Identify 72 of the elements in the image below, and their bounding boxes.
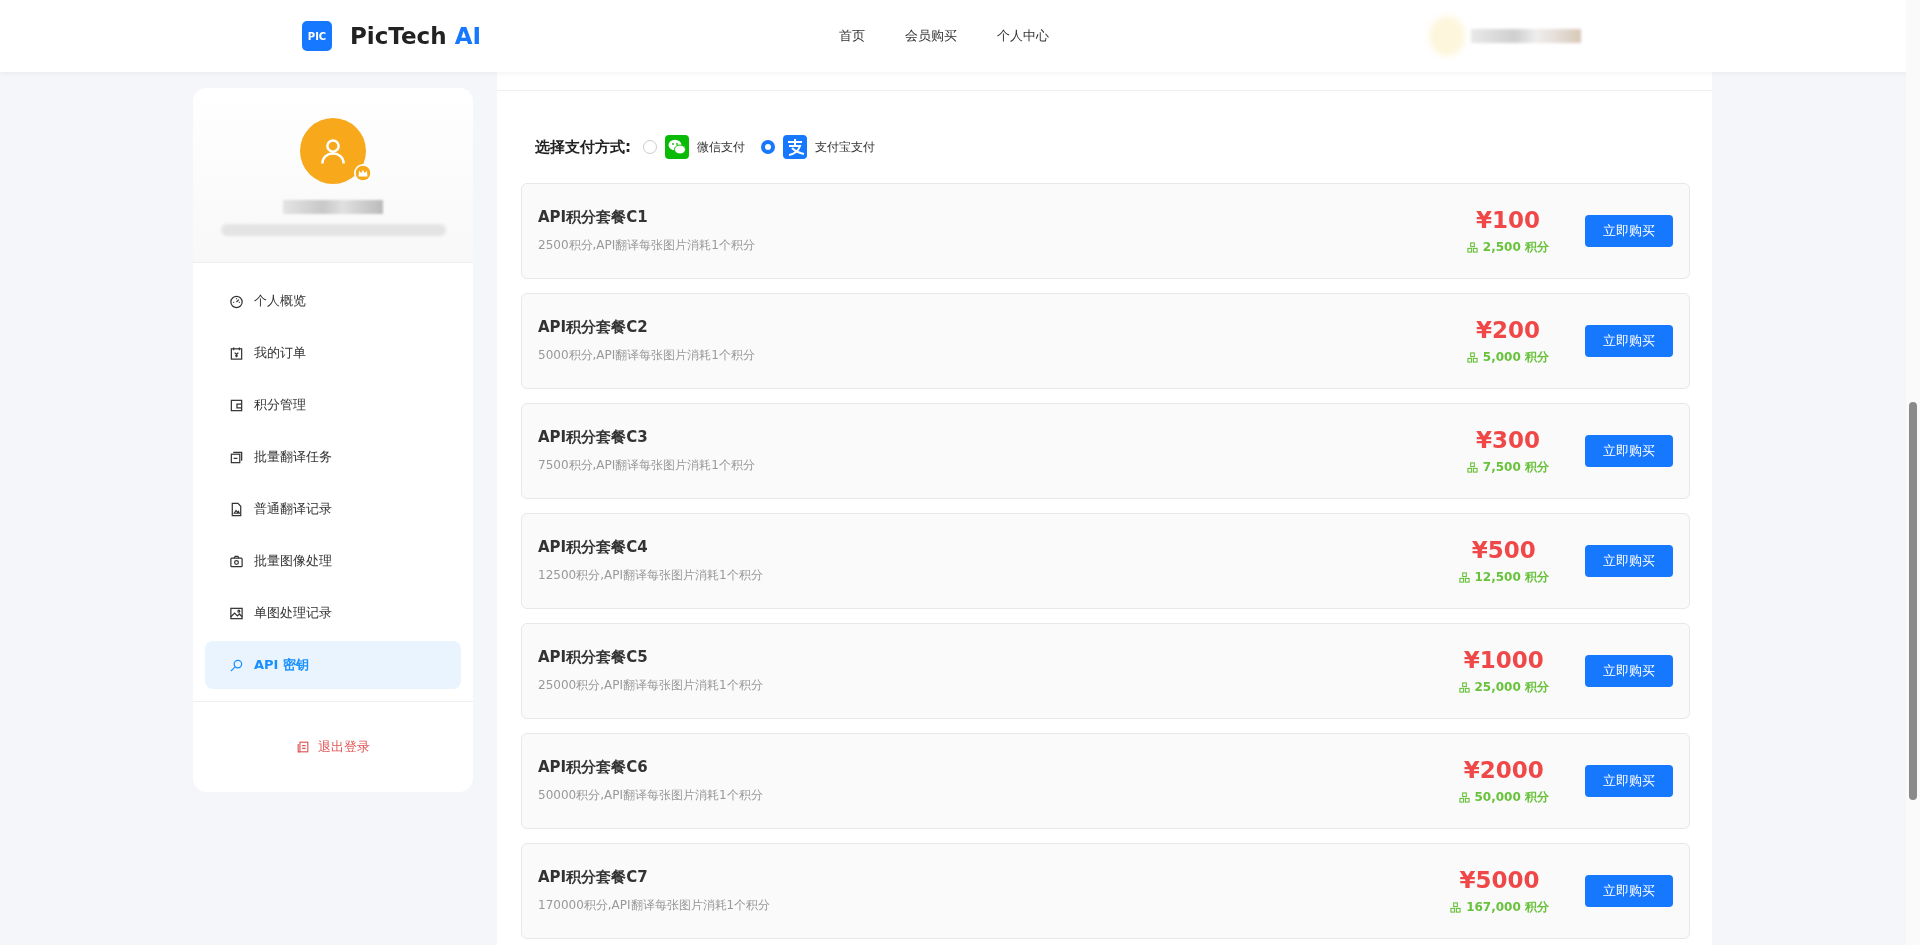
payment-option[interactable]: 微信支付 — [643, 135, 751, 159]
nav-link[interactable]: 会员购买 — [905, 27, 957, 45]
copy-icon — [229, 449, 244, 465]
scrollbar[interactable] — [1906, 0, 1920, 945]
price: ¥5000 — [1459, 866, 1540, 893]
camera-icon — [229, 553, 244, 569]
wallet-icon — [229, 397, 244, 413]
blocks-icon — [1466, 351, 1478, 363]
buy-button[interactable]: 立即购买 — [1585, 545, 1673, 577]
buy-button[interactable]: 立即购买 — [1585, 325, 1673, 357]
price: ¥1000 — [1463, 646, 1544, 673]
gauge-icon — [229, 293, 244, 309]
chat-bubbles-icon — [665, 135, 689, 159]
blocks-icon — [1458, 681, 1470, 693]
package-description: 50000积分,API翻译每张图片消耗1个积分 — [538, 787, 764, 804]
file-icon — [229, 501, 244, 517]
logo-text[interactable]: PicTech AI — [350, 23, 481, 49]
points-amount: 25,000 积分 — [1474, 678, 1549, 696]
package-title: API积分套餐C7 — [538, 868, 649, 887]
points-amount: 167,000 积分 — [1466, 898, 1549, 916]
package-title: API积分套餐C1 — [538, 208, 649, 227]
package-description: 170000积分,API翻译每张图片消耗1个积分 — [538, 897, 772, 914]
points-amount: 5,000 积分 — [1482, 348, 1549, 366]
sidebar-item[interactable]: 批量翻译任务 — [205, 433, 461, 481]
blocks-icon — [1458, 791, 1470, 803]
buy-button[interactable]: 立即购买 — [1585, 435, 1673, 467]
payment-logo-icon — [783, 135, 807, 159]
package-title: API积分套餐C4 — [538, 538, 649, 557]
sidebar-item[interactable]: 批量图像处理 — [205, 537, 461, 585]
sidebar-item[interactable]: 个人概览 — [205, 277, 461, 325]
package-title: API积分套餐C3 — [538, 428, 649, 447]
radio-button[interactable] — [761, 140, 775, 154]
payment-label: 选择支付方式: — [535, 137, 631, 157]
logout-link[interactable]: 退出登录 — [296, 738, 370, 756]
sidebar-item[interactable]: 积分管理 — [205, 381, 461, 429]
blocks-icon — [1466, 241, 1478, 253]
nav-link[interactable]: 首页 — [839, 27, 865, 45]
payment-option[interactable]: 支付宝支付 — [761, 135, 881, 159]
buy-button[interactable]: 立即购买 — [1585, 655, 1673, 687]
package-title: API积分套餐C5 — [538, 648, 649, 667]
logout-icon — [296, 740, 310, 754]
buy-button[interactable]: 立即购买 — [1585, 215, 1673, 247]
sidebar-item[interactable]: 我的订单 — [205, 329, 461, 377]
search-icon — [229, 657, 244, 673]
buy-button[interactable]: 立即购买 — [1585, 765, 1673, 797]
package-title: API积分套餐C6 — [538, 758, 649, 777]
calendar-icon — [229, 345, 244, 361]
logo-icon[interactable]: PIC — [302, 21, 332, 51]
package-description: 5000积分,API翻译每张图片消耗1个积分 — [538, 347, 756, 364]
price: ¥2000 — [1463, 756, 1544, 783]
sidebar-item[interactable]: 普通翻译记录 — [205, 485, 461, 533]
nav-link[interactable]: 个人中心 — [997, 27, 1049, 45]
buy-button[interactable]: 立即购买 — [1585, 875, 1673, 907]
points-amount: 7,500 积分 — [1482, 458, 1549, 476]
image-icon — [229, 605, 244, 621]
package-title: API积分套餐C2 — [538, 318, 649, 337]
package-description: 12500积分,API翻译每张图片消耗1个积分 — [538, 567, 764, 584]
price: ¥200 — [1475, 316, 1540, 343]
points-amount: 2,500 积分 — [1482, 238, 1549, 256]
blocks-icon — [1466, 461, 1478, 473]
points-amount: 50,000 积分 — [1474, 788, 1549, 806]
package-description: 25000积分,API翻译每张图片消耗1个积分 — [538, 677, 764, 694]
price: ¥500 — [1471, 536, 1536, 563]
blocks-icon — [1458, 571, 1470, 583]
sidebar-item[interactable]: 单图处理记录 — [205, 589, 461, 637]
price: ¥300 — [1475, 426, 1540, 453]
package-description: 7500积分,API翻译每张图片消耗1个积分 — [538, 457, 756, 474]
package-description: 2500积分,API翻译每张图片消耗1个积分 — [538, 237, 756, 254]
points-amount: 12,500 积分 — [1474, 568, 1549, 586]
price: ¥100 — [1475, 206, 1540, 233]
person-icon — [318, 136, 348, 166]
blocks-icon — [1450, 901, 1462, 913]
